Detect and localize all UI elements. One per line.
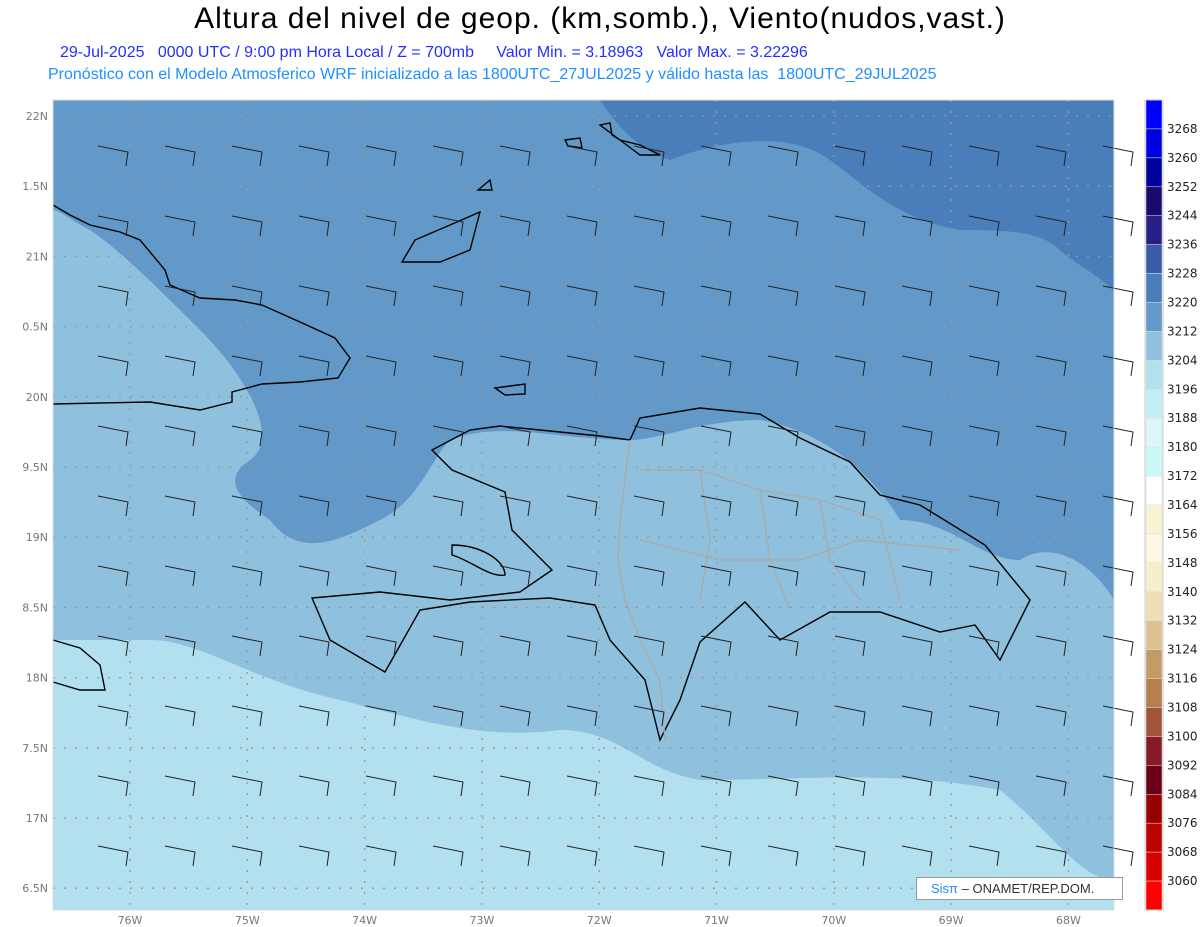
colorbar-swatch xyxy=(1145,417,1163,448)
colorbar-swatch xyxy=(1145,99,1163,130)
colorbar-swatch xyxy=(1145,736,1163,766)
colorbar-swatch xyxy=(1145,215,1163,245)
lon-label: 71W xyxy=(704,914,729,927)
colorbar-label: 3220 xyxy=(1167,296,1198,310)
colorbar-swatch xyxy=(1145,591,1163,621)
colorbar-label: 3244 xyxy=(1167,209,1198,223)
colorbar-label: 3156 xyxy=(1167,527,1198,541)
lat-label: 21N xyxy=(26,250,48,263)
colorbar-label: 3204 xyxy=(1167,353,1198,367)
lat-label: 17N xyxy=(26,812,48,825)
colorbar-label: 3124 xyxy=(1167,643,1198,657)
colorbar-label: 3164 xyxy=(1167,498,1198,512)
lon-label: 76W xyxy=(118,914,143,927)
colorbar-label: 3116 xyxy=(1167,672,1198,686)
colorbar-swatch xyxy=(1145,707,1163,737)
colorbar-label: 3060 xyxy=(1167,874,1198,888)
colorbar-label: 3236 xyxy=(1167,238,1198,252)
colorbar-swatch xyxy=(1145,331,1163,361)
lon-label: 74W xyxy=(352,914,377,927)
lat-label: 6.5N xyxy=(22,882,48,895)
colorbar-swatch xyxy=(1145,649,1163,679)
colorbar-swatch xyxy=(1145,822,1163,853)
colorbar-label: 3196 xyxy=(1167,382,1198,396)
colorbar-swatch xyxy=(1145,765,1163,795)
lat-label: 9.5N xyxy=(22,461,48,474)
lat-label: 0.5N xyxy=(22,321,48,334)
colorbar-swatch xyxy=(1145,475,1163,506)
lon-label: 70W xyxy=(821,914,846,927)
lon-label: 73W xyxy=(469,914,494,927)
colorbar-swatch xyxy=(1145,128,1163,159)
colorbar-label: 3212 xyxy=(1167,324,1198,338)
colorbar-label: 3068 xyxy=(1167,845,1198,859)
colorbar-swatch xyxy=(1145,302,1163,332)
colorbar-swatch xyxy=(1145,851,1163,882)
colorbar-label: 3180 xyxy=(1167,440,1198,454)
weather-map: 22N 1.5N 21N 0.5N 20N 9.5N 19N 8.5N 18N 7.5N 17N 6.… xyxy=(22,99,1198,927)
colorbar-swatch xyxy=(1145,157,1163,188)
lon-label: 72W xyxy=(587,914,612,927)
colorbar-label: 3100 xyxy=(1167,729,1198,743)
lat-label: 22N xyxy=(26,110,48,123)
colorbar-swatch xyxy=(1145,678,1163,708)
credit-text: – ONAMET/REP.DOM. xyxy=(961,881,1095,896)
colorbar-swatch xyxy=(1145,273,1163,303)
colorbar-swatch xyxy=(1145,880,1163,911)
colorbar-label: 3084 xyxy=(1167,787,1198,801)
lat-label: 18N xyxy=(26,672,48,685)
colorbar-label: 3268 xyxy=(1167,122,1198,136)
contour-fills xyxy=(53,100,1114,910)
colorbar-label: 3260 xyxy=(1167,151,1198,165)
colorbar-swatch xyxy=(1145,504,1163,535)
lat-label: 1.5N xyxy=(22,180,48,193)
colorbar-label: 3140 xyxy=(1167,585,1198,599)
lon-label: 68W xyxy=(1056,914,1081,927)
lat-label: 19N xyxy=(26,531,48,544)
colorbar-label: 3092 xyxy=(1167,758,1198,772)
credit-logo: Sisπ – ONAMET/REP.DOM. xyxy=(916,877,1123,900)
lon-label: 75W xyxy=(235,914,260,927)
colorbar-swatch xyxy=(1145,360,1163,390)
sispi-logo: Sisπ xyxy=(931,881,959,896)
colorbar-swatch xyxy=(1145,244,1163,274)
lat-label: 20N xyxy=(26,391,48,404)
latitude-labels: 22N 1.5N 21N 0.5N 20N 9.5N 19N 8.5N 18N 7.5N 17N 6.… xyxy=(22,110,48,895)
colorbar: 3268 3260 3252 3244 3236 3228 3220 3212 3204 3196… xyxy=(1144,99,1198,911)
colorbar-label: 3228 xyxy=(1167,267,1198,281)
lat-label: 8.5N xyxy=(22,601,48,614)
longitude-labels: 76W 75W 74W 73W 72W 71W 70W 69W 68W xyxy=(118,914,1081,927)
colorbar-label: 3188 xyxy=(1167,411,1198,425)
colorbar-swatch xyxy=(1145,389,1163,419)
colorbar-swatch xyxy=(1145,620,1163,650)
colorbar-swatch xyxy=(1145,562,1163,593)
colorbar-label: 3108 xyxy=(1167,701,1198,715)
colorbar-label: 3252 xyxy=(1167,180,1198,194)
colorbar-swatch xyxy=(1145,794,1163,824)
colorbar-label: 3076 xyxy=(1167,816,1198,830)
lat-label: 7.5N xyxy=(22,742,48,755)
colorbar-swatch xyxy=(1145,446,1163,477)
colorbar-label: 3132 xyxy=(1167,614,1198,628)
colorbar-swatch xyxy=(1145,533,1163,564)
lon-label: 69W xyxy=(939,914,964,927)
colorbar-label: 3172 xyxy=(1167,469,1198,483)
colorbar-swatch xyxy=(1145,186,1163,216)
colorbar-label: 3148 xyxy=(1167,556,1198,570)
